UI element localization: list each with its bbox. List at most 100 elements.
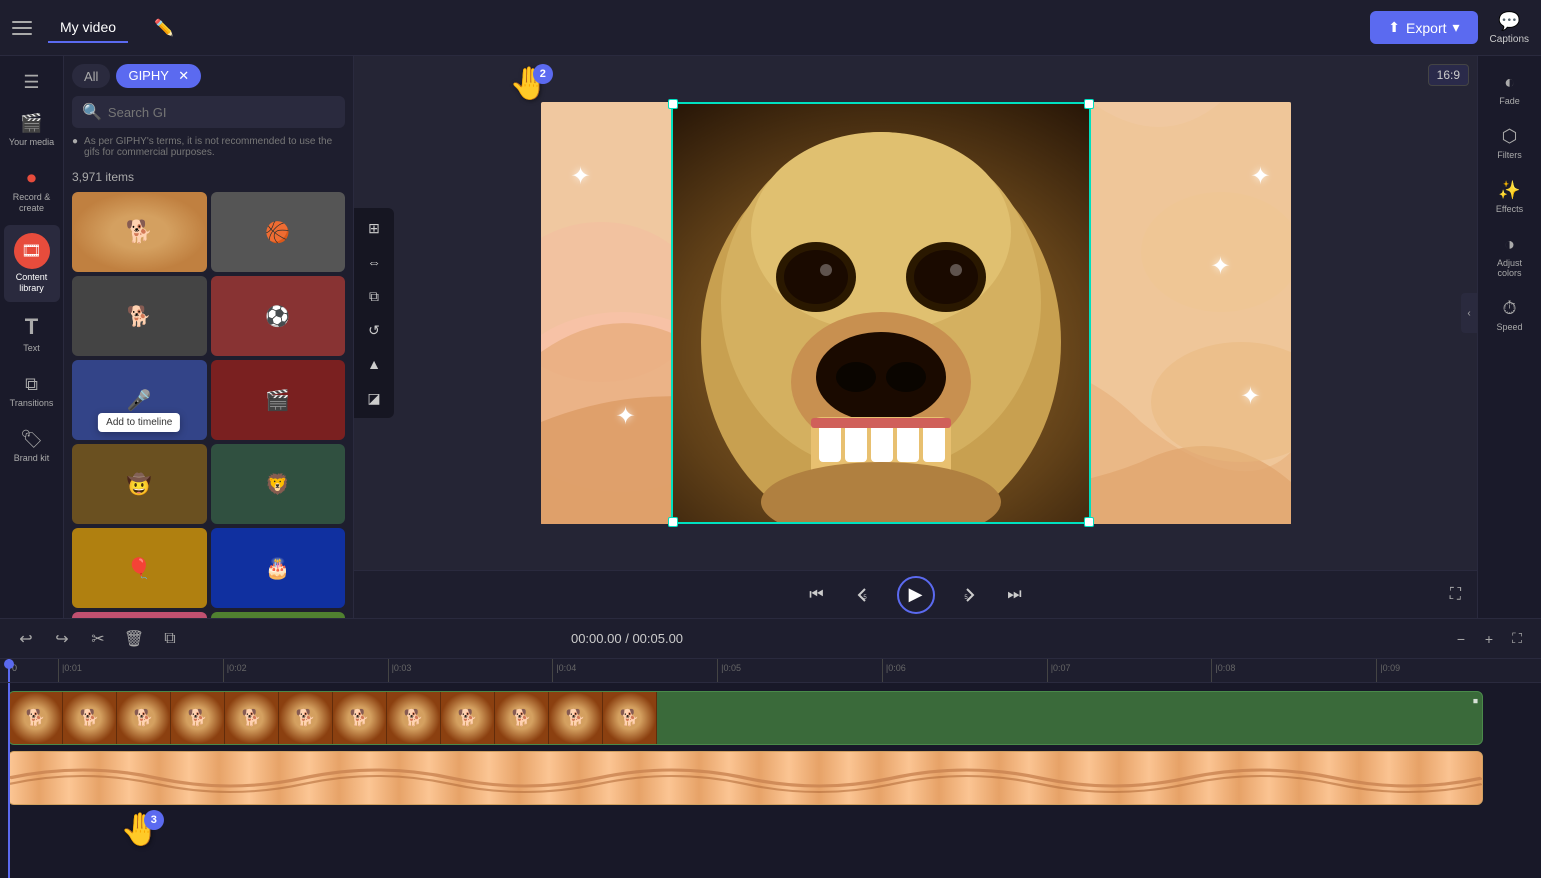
top-bar: My video ✏️ ⬆ Export ▾ 💬 Captions (0, 0, 1541, 56)
list-item[interactable]: ⚽ (211, 276, 346, 356)
timeline-area: ↩ ↪ ✂ 🗑 ⧉ 00:00.00 / 00:05.00 − + ⛶ 0 |0… (0, 618, 1541, 878)
list-item[interactable]: 🏀 (211, 192, 346, 272)
sidebar-item-text[interactable]: T Text (4, 306, 60, 362)
fade-label: Fade (1499, 96, 1520, 106)
frame-11: 🐕 (549, 692, 603, 744)
rotate-tool[interactable]: ↺ (358, 314, 390, 346)
bg-track[interactable] (8, 751, 1483, 805)
effects-icon: ✨ (1498, 180, 1520, 201)
search-bar: 🔍 (72, 96, 345, 128)
tick-05: |0:05 (717, 659, 882, 683)
frame-2: 🐕 (63, 692, 117, 744)
rewind-5-button[interactable]: 5 (849, 579, 881, 611)
cursor-3-badge: 3 (144, 810, 164, 830)
flip-h-tool[interactable]: ⇔ (358, 246, 390, 278)
tick-04: |0:04 (552, 659, 717, 683)
frame-9: 🐕 (441, 692, 495, 744)
list-item[interactable]: 🎈 (72, 528, 207, 608)
right-panel-adjust-colors[interactable]: ◑ Adjust colors (1482, 226, 1538, 286)
nav-item-menu[interactable]: ☰ (4, 64, 60, 101)
right-panel-fade[interactable]: ◐ Fade (1482, 64, 1538, 114)
list-item[interactable]: 🎂 (211, 528, 346, 608)
playhead-dot (4, 659, 14, 669)
fullscreen-button[interactable]: ⛶ (1450, 586, 1461, 604)
sparkle-4: ✦ (1210, 252, 1230, 281)
track-end-icon: ⏹ (1473, 696, 1478, 707)
zoom-out-button[interactable]: − (1449, 627, 1473, 651)
sidebar-item-brand[interactable]: 🏷 Brand kit (4, 421, 60, 472)
zoom-in-button[interactable]: + (1477, 627, 1501, 651)
pip-tool[interactable]: ⧉ (358, 280, 390, 312)
sidebar-item-content-library[interactable]: 🎞 Content library (4, 225, 60, 302)
gif-grid: 🐕 🏀 🐕 ⚽ 🎤 Add to timeline 🎬 (64, 188, 353, 618)
erase-tool[interactable]: ◪ (358, 382, 390, 414)
zoom-fit-button[interactable]: ⛶ (1505, 627, 1529, 651)
close-giphy-icon[interactable]: ✕ (178, 68, 189, 83)
cut-button[interactable]: ✂ (84, 625, 112, 653)
cursor-3-container: 🤚 3 (120, 810, 160, 848)
items-count: 3,971 items (64, 166, 353, 188)
sidebar-item-your-media[interactable]: 🎬 Your media (4, 105, 60, 156)
tick-01: |0:01 (58, 659, 223, 683)
copy-button[interactable]: ⧉ (156, 625, 184, 653)
export-chevron-icon: ▾ (1453, 19, 1460, 36)
filters-label: Filters (1497, 150, 1522, 160)
skip-back-button[interactable]: ⏮ (801, 579, 833, 611)
forward-5-button[interactable]: 5 (951, 579, 983, 611)
speed-label: Speed (1496, 322, 1522, 332)
search-input[interactable] (108, 105, 335, 120)
list-item[interactable]: 🤠 (72, 444, 207, 524)
list-item[interactable]: 🦁 (211, 444, 346, 524)
export-button[interactable]: ⬆ Export ▾ (1370, 11, 1477, 44)
tab-my-video[interactable]: My video (48, 13, 128, 43)
play-button[interactable]: ▶ (897, 576, 935, 614)
tab-giphy[interactable]: GIPHY ✕ (116, 64, 201, 88)
adjust-colors-label: Adjust colors (1486, 258, 1534, 278)
giphy-notice: ● As per GIPHY's terms, it is not recomm… (72, 136, 345, 158)
delete-button[interactable]: 🗑 (120, 625, 148, 653)
list-item[interactable]: 🎤 Add to timeline (72, 360, 207, 440)
sparkle-2: ✦ (616, 402, 636, 431)
rename-icon[interactable]: ✏️ (148, 12, 180, 44)
filters-icon: ⬡ (1502, 126, 1518, 147)
list-item[interactable]: 🐕 (72, 276, 207, 356)
right-panel-speed[interactable]: ⏱ Speed (1482, 290, 1538, 340)
media-icon: 🎬 (20, 113, 42, 134)
menu-icon[interactable] (12, 16, 36, 40)
tab-all[interactable]: All (72, 64, 110, 88)
video-track[interactable]: ⏸ 🐕 🐕 🐕 🐕 🐕 🐕 🐕 🐕 🐕 🐕 🐕 🐕 ⏹ (8, 691, 1483, 745)
skip-forward-button[interactable]: ⏭ (999, 579, 1031, 611)
sidebar-item-record-create[interactable]: ⏺ Record & create (4, 160, 60, 222)
captions-button[interactable]: 💬 Captions (1490, 11, 1529, 45)
cursor-2-container: 🤚 2 (509, 64, 549, 102)
speed-icon: ⏱ (1502, 298, 1516, 319)
cursor-3-hand: 🤚 (120, 811, 160, 847)
export-label: Export (1406, 20, 1446, 36)
right-panel-filters[interactable]: ⬡ Filters (1482, 118, 1538, 168)
adjust-colors-icon: ◑ (1504, 234, 1515, 255)
frame-6: 🐕 (279, 692, 333, 744)
sidebar-item-transitions[interactable]: ⧉ Transitions (4, 366, 60, 417)
sidebar-item-label-brand: Brand kit (14, 453, 50, 464)
aspect-ratio-badge: 16:9 (1428, 64, 1469, 86)
zoom-controls: − + ⛶ (1449, 627, 1529, 651)
list-item[interactable]: 🐔 (211, 612, 346, 618)
list-item[interactable]: 🐕 (72, 192, 207, 272)
position-tool[interactable]: ▲ (358, 348, 390, 380)
crop-tool[interactable]: ⊞ (358, 212, 390, 244)
tick-03: |0:03 (388, 659, 553, 683)
main-area: ☰ 🎬 Your media ⏺ Record & create 🎞 Conte… (0, 56, 1541, 618)
notice-dot: ● (72, 136, 78, 158)
current-time: 00:00.00 (571, 631, 622, 646)
undo-button[interactable]: ↩ (12, 625, 40, 653)
sidebar-item-label-content: Content library (8, 272, 56, 294)
collapse-right-panel[interactable]: ‹ (1461, 293, 1477, 333)
dog-face (671, 102, 1091, 524)
frame-4: 🐕 (171, 692, 225, 744)
top-bar-icons: ✏️ (148, 12, 180, 44)
redo-button[interactable]: ↪ (48, 625, 76, 653)
list-item[interactable]: 🎬 (211, 360, 346, 440)
dog-video-frame (671, 102, 1091, 524)
right-panel-effects[interactable]: ✨ Effects (1482, 172, 1538, 222)
list-item[interactable]: 💃 (72, 612, 207, 618)
